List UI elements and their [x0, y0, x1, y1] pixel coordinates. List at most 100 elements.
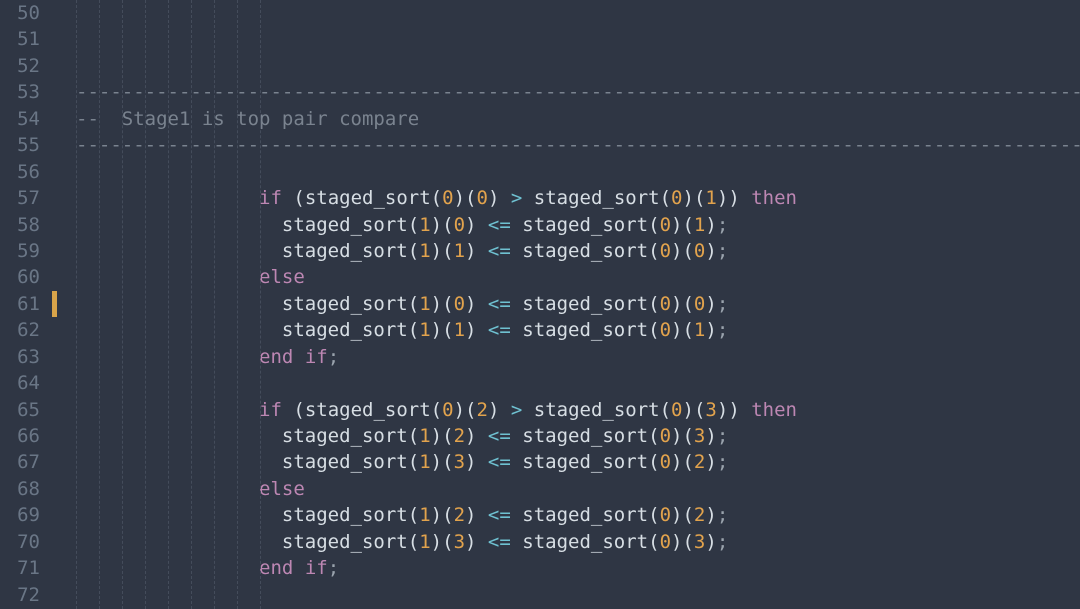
code-line[interactable]: staged_sort(1)(1) <= staged_sort(0)(1);: [76, 317, 1080, 343]
token-par: ): [465, 291, 476, 317]
line-number: 58: [0, 212, 52, 238]
token-sp: [740, 185, 751, 211]
code-line[interactable]: staged_sort(1)(2) <= staged_sort(0)(2);: [76, 502, 1080, 528]
token-id: staged_sort: [522, 423, 648, 449]
line-number: 59: [0, 238, 52, 264]
code-line[interactable]: staged_sort(1)(3) <= staged_sort(0)(2);: [76, 449, 1080, 475]
line-number: 55: [0, 132, 52, 158]
token-num: 0: [660, 212, 671, 238]
token-par: (: [682, 449, 693, 475]
token-kw: else: [259, 476, 305, 502]
token-par: (: [442, 317, 453, 343]
token-par: (: [408, 212, 419, 238]
token-punc: ;: [717, 291, 728, 317]
token-par: (: [648, 449, 659, 475]
token-par: ): [671, 238, 682, 264]
line-number: 71: [0, 555, 52, 581]
token-par: (: [408, 423, 419, 449]
token-sp: [511, 317, 522, 343]
token-sp: [476, 291, 487, 317]
token-num: 0: [454, 212, 465, 238]
token-par: (: [431, 185, 442, 211]
code-line[interactable]: else: [76, 476, 1080, 502]
token-par: ): [717, 185, 728, 211]
code-line[interactable]: ----------------------------------------…: [76, 79, 1080, 105]
token-par: ): [454, 185, 465, 211]
token-op: <=: [488, 212, 511, 238]
token-sp: [476, 238, 487, 264]
token-punc: ;: [328, 555, 339, 581]
token-par: ): [431, 449, 442, 475]
token-num: 0: [476, 185, 487, 211]
token-par: (: [442, 291, 453, 317]
code-line[interactable]: end if;: [76, 344, 1080, 370]
token-par: (: [408, 529, 419, 555]
token-num: 1: [705, 185, 716, 211]
token-sp: [522, 397, 533, 423]
token-par: (: [648, 423, 659, 449]
token-num: 1: [419, 529, 430, 555]
token-op: <=: [488, 317, 511, 343]
code-area[interactable]: ----------------------------------------…: [52, 0, 1080, 609]
token-kw: if: [305, 555, 328, 581]
code-line[interactable]: staged_sort(1)(0) <= staged_sort(0)(1);: [76, 212, 1080, 238]
code-line[interactable]: -- Stage1 is top pair compare: [76, 106, 1080, 132]
token-op: <=: [488, 502, 511, 528]
token-punc: ;: [717, 502, 728, 528]
token-par: ): [705, 291, 716, 317]
token-par: ): [671, 291, 682, 317]
code-editor[interactable]: 5051525354555657585960616263646566676869…: [0, 0, 1080, 609]
code-line[interactable]: end if;: [76, 555, 1080, 581]
code-line[interactable]: if (staged_sort(0)(0) > staged_sort(0)(1…: [76, 185, 1080, 211]
code-line[interactable]: [76, 159, 1080, 185]
indent: [76, 185, 259, 211]
line-number: 69: [0, 502, 52, 528]
token-num: 3: [694, 423, 705, 449]
token-par: ): [465, 529, 476, 555]
code-line[interactable]: staged_sort(1)(2) <= staged_sort(0)(3);: [76, 423, 1080, 449]
code-line[interactable]: [76, 582, 1080, 608]
token-num: 0: [442, 185, 453, 211]
token-par: ): [431, 238, 442, 264]
token-sp: [476, 529, 487, 555]
token-num: 2: [454, 502, 465, 528]
token-num: 1: [454, 317, 465, 343]
token-par: ): [671, 423, 682, 449]
line-number-gutter: 5051525354555657585960616263646566676869…: [0, 0, 52, 609]
token-sp: [511, 212, 522, 238]
token-kw: then: [751, 185, 797, 211]
token-punc: ;: [717, 529, 728, 555]
token-id: staged_sort: [522, 529, 648, 555]
token-num: 0: [454, 291, 465, 317]
token-par: ): [431, 291, 442, 317]
token-num: 1: [419, 291, 430, 317]
token-num: 0: [660, 423, 671, 449]
token-par: ): [683, 185, 694, 211]
code-line[interactable]: else: [76, 264, 1080, 290]
code-line[interactable]: staged_sort(1)(3) <= staged_sort(0)(3);: [76, 529, 1080, 555]
token-sp: [476, 423, 487, 449]
token-par: ): [671, 449, 682, 475]
code-line[interactable]: staged_sort(1)(0) <= staged_sort(0)(0);: [76, 291, 1080, 317]
token-par: (: [660, 185, 671, 211]
line-number: 63: [0, 344, 52, 370]
token-par: ): [671, 212, 682, 238]
indent: [76, 529, 282, 555]
code-line[interactable]: staged_sort(1)(1) <= staged_sort(0)(0);: [76, 238, 1080, 264]
token-id: staged_sort: [522, 238, 648, 264]
token-par: (: [293, 185, 304, 211]
token-kw: end: [259, 344, 293, 370]
code-line[interactable]: ----------------------------------------…: [76, 132, 1080, 158]
code-line[interactable]: [76, 370, 1080, 396]
token-par: (: [648, 238, 659, 264]
token-num: 1: [419, 317, 430, 343]
token-num: 0: [660, 238, 671, 264]
token-par: ): [465, 212, 476, 238]
token-op: <=: [488, 529, 511, 555]
line-number: 51: [0, 26, 52, 52]
token-par: ): [683, 397, 694, 423]
token-par: ): [431, 317, 442, 343]
indent: [76, 423, 282, 449]
token-id: staged_sort: [305, 397, 431, 423]
code-line[interactable]: if (staged_sort(0)(2) > staged_sort(0)(3…: [76, 397, 1080, 423]
